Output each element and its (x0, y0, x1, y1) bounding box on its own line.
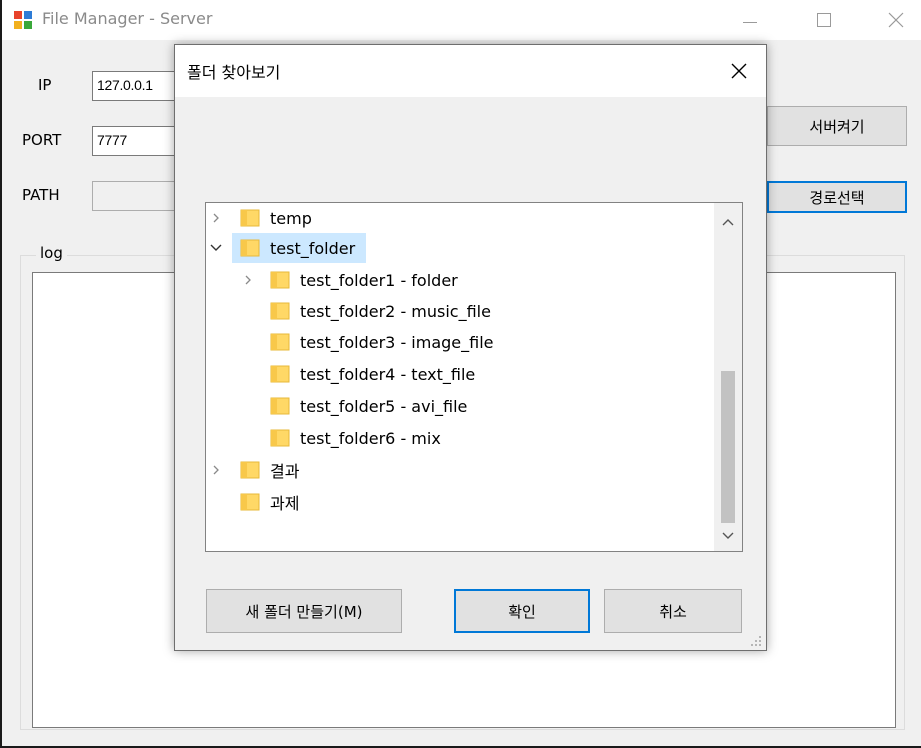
folder-icon (240, 461, 260, 479)
tree-item-label: test_folder1 - folder (300, 270, 458, 290)
chevron-right-icon[interactable] (210, 464, 222, 476)
path-label: PATH (22, 186, 60, 204)
tree-item-test-folder6[interactable]: test_folder6 - mix (206, 423, 714, 453)
chevron-up-icon[interactable] (721, 215, 735, 229)
new-folder-button[interactable]: 새 폴더 만들기(M) (206, 589, 402, 633)
folder-browse-dialog: 폴더 찾아보기 temp test_folder test_folder1 - … (174, 44, 767, 651)
tree-item-label: test_folder2 - music_file (300, 301, 491, 321)
folder-icon (240, 239, 260, 257)
tree-item-assignment[interactable]: 과제 (206, 487, 714, 517)
app-icon (14, 11, 32, 29)
select-path-button[interactable]: 경로선택 (767, 181, 907, 213)
tree-item-label: test_folder (270, 238, 356, 258)
minimize-icon (743, 21, 757, 23)
tree-item-label: temp (270, 208, 312, 228)
folder-icon (270, 271, 290, 289)
chevron-down-icon[interactable] (210, 242, 222, 254)
tree-item-label: 과제 (270, 494, 300, 513)
tree-item-test-folder5[interactable]: test_folder5 - avi_file (206, 391, 714, 421)
cancel-button[interactable]: 취소 (604, 589, 742, 633)
chevron-right-icon[interactable] (242, 274, 254, 286)
folder-icon (270, 429, 290, 447)
tree-item-result[interactable]: 결과 (206, 455, 714, 485)
resize-grip-icon[interactable] (750, 635, 762, 647)
tree-item-test-folder1[interactable]: test_folder1 - folder (206, 265, 714, 295)
ok-button[interactable]: 확인 (454, 589, 590, 633)
folder-icon (270, 365, 290, 383)
chevron-right-icon[interactable] (210, 212, 222, 224)
close-button[interactable] (868, 0, 921, 40)
chevron-down-icon[interactable] (721, 529, 735, 543)
tree-item-test-folder3[interactable]: test_folder3 - image_file (206, 327, 714, 357)
tree-item-label: test_folder3 - image_file (300, 332, 494, 352)
tree-item-label: 결과 (270, 462, 300, 481)
close-icon (888, 12, 904, 28)
ip-label: IP (38, 76, 52, 94)
folder-tree[interactable]: temp test_folder test_folder1 - folder t… (205, 202, 743, 552)
server-start-button[interactable]: 서버켜기 (767, 106, 907, 146)
dialog-close-button[interactable] (723, 55, 755, 87)
maximize-icon (817, 13, 831, 27)
tree-item-label: test_folder4 - text_file (300, 364, 476, 384)
dialog-title: 폴더 찾아보기 (187, 63, 281, 82)
close-icon (731, 63, 747, 79)
title-bar[interactable]: File Manager - Server (2, 0, 921, 40)
port-label: PORT (22, 131, 62, 149)
folder-icon (240, 209, 260, 227)
folder-icon (270, 397, 290, 415)
tree-item-label: test_folder6 - mix (300, 428, 441, 448)
folder-icon (270, 333, 290, 351)
folder-icon (270, 302, 290, 320)
minimize-button[interactable] (722, 0, 778, 40)
tree-item-temp[interactable]: temp (206, 203, 714, 233)
tree-item-test-folder4[interactable]: test_folder4 - text_file (206, 359, 714, 389)
scrollbar-thumb[interactable] (721, 371, 735, 523)
tree-item-test-folder2[interactable]: test_folder2 - music_file (206, 296, 714, 326)
folder-icon (240, 493, 260, 511)
window-title: File Manager - Server (42, 9, 213, 28)
maximize-button[interactable] (796, 0, 852, 40)
log-label: log (36, 244, 67, 262)
tree-item-label: test_folder5 - avi_file (300, 396, 468, 416)
dialog-title-bar[interactable]: 폴더 찾아보기 (175, 45, 766, 97)
tree-item-test-folder[interactable]: test_folder (206, 233, 714, 263)
tree-scrollbar[interactable] (714, 203, 742, 551)
